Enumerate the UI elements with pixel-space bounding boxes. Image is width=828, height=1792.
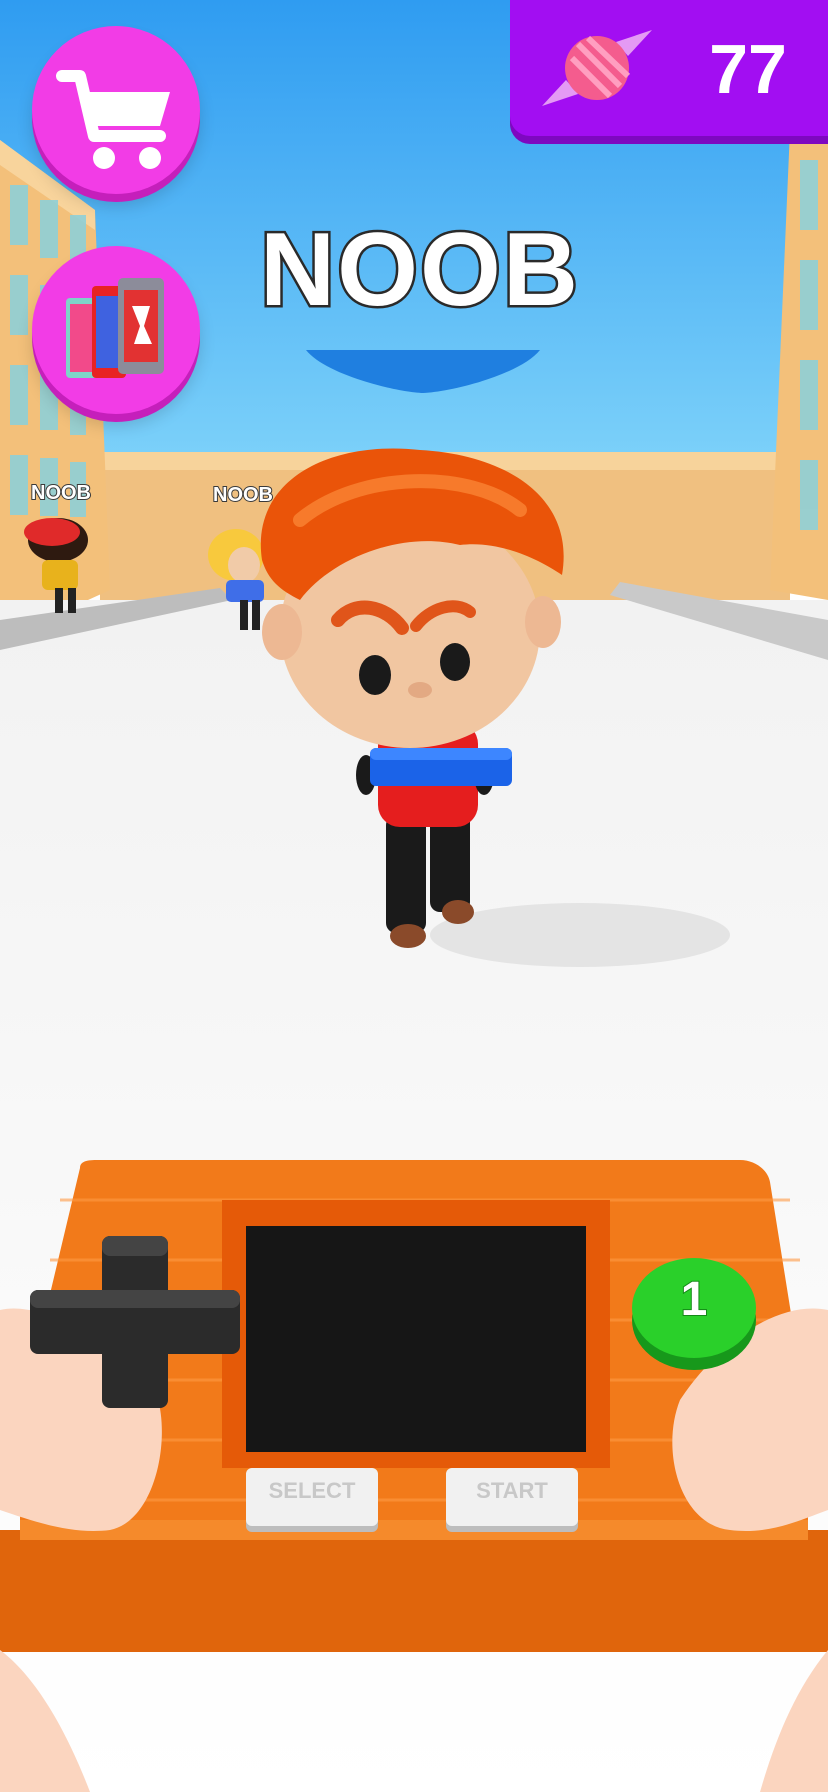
shopping-cart-icon bbox=[56, 70, 170, 169]
dpad-icon bbox=[30, 1236, 240, 1408]
start-button[interactable]: START bbox=[446, 1468, 578, 1526]
candy-icon bbox=[542, 30, 652, 106]
console-screen bbox=[246, 1226, 586, 1452]
npc-rank-tag: NOOB bbox=[212, 483, 274, 507]
player-shadow bbox=[430, 903, 730, 967]
npc-rank-tag: NOOB bbox=[30, 481, 92, 505]
dpad[interactable] bbox=[30, 1232, 240, 1412]
currency-value: 77 bbox=[709, 30, 787, 108]
card-pack-icon bbox=[66, 278, 164, 378]
action-button-label: 1 bbox=[680, 1272, 709, 1327]
player-rank-title: NOOB bbox=[258, 210, 581, 331]
currency-counter: 77 bbox=[510, 0, 828, 136]
action-button[interactable]: 1 bbox=[632, 1258, 756, 1358]
select-button[interactable]: SELECT bbox=[246, 1468, 378, 1526]
shop-button[interactable] bbox=[32, 26, 200, 194]
skins-button[interactable] bbox=[32, 246, 200, 414]
